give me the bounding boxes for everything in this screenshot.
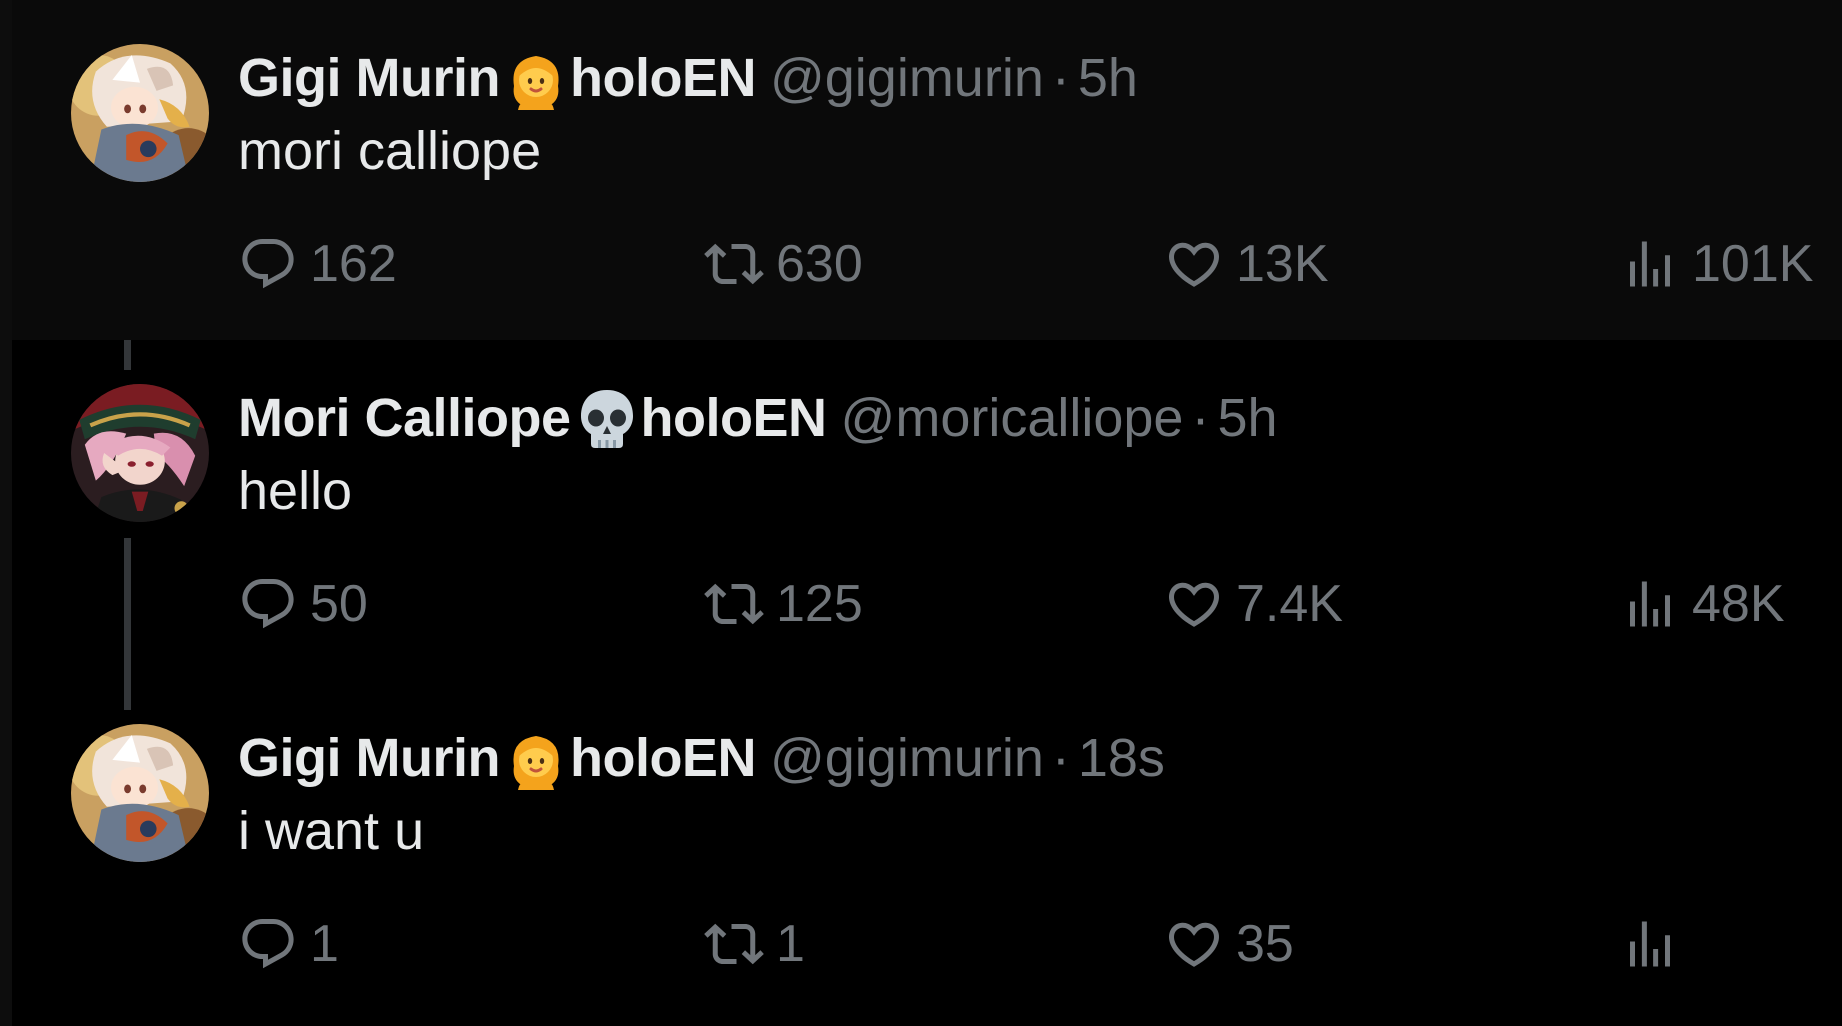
reply-count: 162: [310, 235, 397, 293]
separator-dot: ·: [1051, 728, 1070, 788]
views-button[interactable]: 48K: [1620, 572, 1785, 636]
heart-icon: [1164, 234, 1224, 294]
tweet-header: Mori Calliope holoEN @moricalliope · 5h: [238, 386, 1278, 450]
display-name-suffix[interactable]: holoEN: [570, 727, 756, 789]
tweet[interactable]: Gigi Murin holoEN @gigimurin · 5h mori c…: [12, 0, 1842, 340]
reply-count: 50: [310, 575, 368, 633]
action-bar: 50 125 7.4K 48K: [238, 572, 1828, 636]
view-count: 101K: [1692, 235, 1814, 293]
view-count: 48K: [1692, 575, 1785, 633]
like-button[interactable]: 13K: [1164, 232, 1329, 296]
display-name[interactable]: Gigi Murin: [238, 727, 500, 789]
avatar[interactable]: [71, 724, 209, 862]
display-name-suffix[interactable]: holoEN: [570, 47, 756, 109]
tweet[interactable]: Gigi Murin holoEN @gigimurin · 18s i wan…: [12, 680, 1842, 1020]
retweet-icon: [704, 234, 764, 294]
tweet-text: i want u: [238, 801, 425, 861]
user-handle[interactable]: @gigimurin: [770, 727, 1044, 789]
person-emoji-icon: [504, 46, 568, 110]
avatar[interactable]: [71, 44, 209, 182]
retweet-button[interactable]: 630: [704, 232, 863, 296]
reply-button[interactable]: 162: [238, 232, 397, 296]
analytics-icon: [1620, 574, 1680, 634]
views-button[interactable]: [1620, 912, 1692, 976]
like-count: 35: [1236, 915, 1294, 973]
reply-icon: [238, 574, 298, 634]
avatar-image: [71, 44, 209, 182]
retweet-button[interactable]: 125: [704, 572, 863, 636]
display-name[interactable]: Mori Calliope: [238, 387, 571, 449]
skull-emoji-icon: [575, 386, 639, 450]
reply-icon: [238, 914, 298, 974]
like-button[interactable]: 7.4K: [1164, 572, 1343, 636]
avatar-image: [71, 724, 209, 862]
views-button[interactable]: 101K: [1620, 232, 1813, 296]
timestamp[interactable]: 5h: [1078, 47, 1138, 109]
display-name[interactable]: Gigi Murin: [238, 47, 500, 109]
retweet-count: 1: [776, 915, 805, 973]
like-count: 13K: [1236, 235, 1329, 293]
tweet[interactable]: Mori Calliope holoEN @moricalliope · 5h …: [12, 340, 1842, 680]
retweet-icon: [704, 914, 764, 974]
window-edge-left: [0, 0, 12, 1026]
separator-dot: ·: [1191, 388, 1210, 448]
avatar[interactable]: [71, 384, 209, 522]
tweet-header: Gigi Murin holoEN @gigimurin · 5h: [238, 46, 1138, 110]
user-handle[interactable]: @gigimurin: [770, 47, 1044, 109]
retweet-icon: [704, 574, 764, 634]
reply-icon: [238, 234, 298, 294]
retweet-button[interactable]: 1: [704, 912, 805, 976]
like-button[interactable]: 35: [1164, 912, 1294, 976]
analytics-icon: [1620, 914, 1680, 974]
analytics-icon: [1620, 234, 1680, 294]
tweet-header: Gigi Murin holoEN @gigimurin · 18s: [238, 726, 1165, 790]
heart-icon: [1164, 574, 1224, 634]
tweet-text: hello: [238, 461, 353, 521]
display-name-suffix[interactable]: holoEN: [641, 387, 827, 449]
separator-dot: ·: [1051, 48, 1070, 108]
action-bar: 162 630 13K 101K: [238, 232, 1828, 296]
person-emoji-icon: [504, 726, 568, 790]
like-count: 7.4K: [1236, 575, 1343, 633]
reply-count: 1: [310, 915, 339, 973]
avatar-image: [71, 384, 209, 522]
timestamp[interactable]: 18s: [1078, 727, 1165, 789]
user-handle[interactable]: @moricalliope: [841, 387, 1184, 449]
reply-button[interactable]: 50: [238, 572, 368, 636]
reply-button[interactable]: 1: [238, 912, 339, 976]
heart-icon: [1164, 914, 1224, 974]
tweet-text: mori calliope: [238, 121, 542, 181]
retweet-count: 630: [776, 235, 863, 293]
timestamp[interactable]: 5h: [1217, 387, 1277, 449]
retweet-count: 125: [776, 575, 863, 633]
action-bar: 1 1 35: [238, 912, 1828, 976]
